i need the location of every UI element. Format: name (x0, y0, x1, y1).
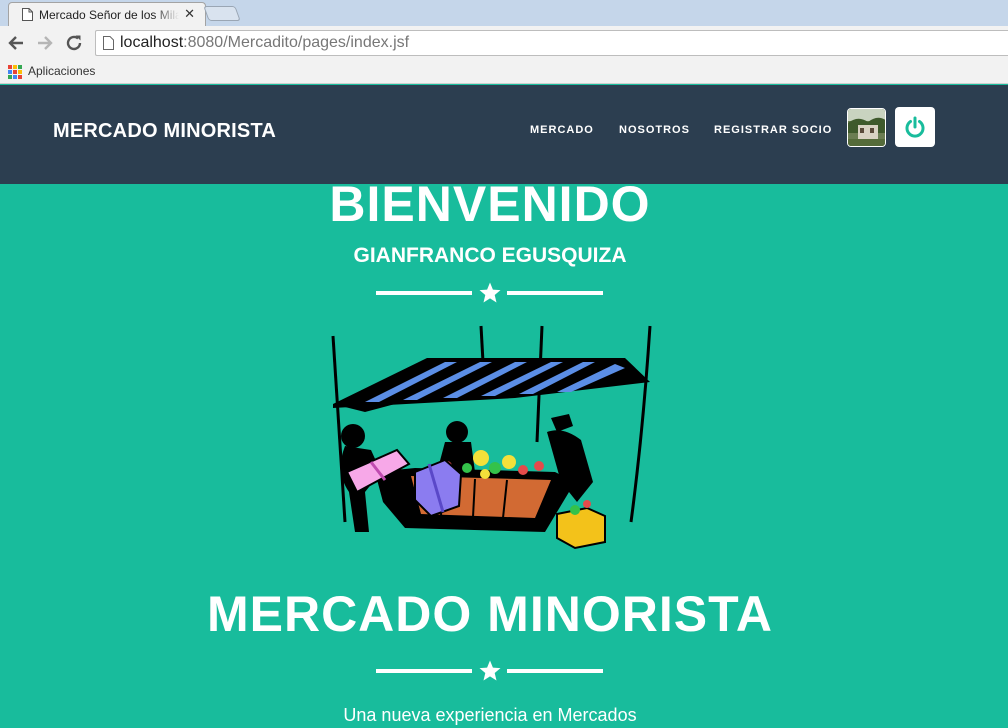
power-icon (905, 116, 925, 138)
logout-button[interactable] (895, 107, 935, 147)
nav-item-mercado[interactable]: MERCADO (530, 124, 594, 136)
nav-item-nosotros[interactable]: NOSOTROS (619, 124, 690, 136)
tab-close-icon[interactable]: ✕ (184, 6, 195, 22)
market-stall-illustration (331, 325, 652, 550)
star-icon (479, 282, 501, 303)
forward-arrow-icon[interactable] (34, 32, 56, 54)
page-icon (103, 36, 114, 50)
user-avatar[interactable] (847, 108, 886, 147)
bookmarks-bar: Aplicaciones (0, 60, 1008, 84)
star-divider (376, 659, 603, 683)
url-text: localhost:8080/Mercadito/pages/index.jsf (120, 34, 409, 52)
nav-item-registrar-socio[interactable]: REGISTRAR SOCIO (714, 124, 832, 136)
tab-title: Mercado Señor de los Milagros (39, 8, 179, 22)
browser-tab-bar: Mercado Señor de los Milagros ✕ (0, 0, 1008, 26)
brand-link[interactable]: MERCADO MINORISTA (53, 120, 276, 143)
star-divider (376, 281, 603, 305)
browser-toolbar: localhost:8080/Mercadito/pages/index.jsf (0, 26, 1008, 60)
tagline: Una nueva experiencia en Mercados (343, 705, 637, 725)
welcome-heading: BIENVENIDO (329, 176, 651, 232)
url-path: :8080/Mercadito/pages/index.jsf (183, 34, 410, 51)
apps-grid-icon[interactable] (8, 65, 22, 79)
address-bar[interactable]: localhost:8080/Mercadito/pages/index.jsf (95, 30, 1008, 56)
new-tab-button[interactable] (203, 6, 241, 21)
profile-photo (848, 109, 885, 146)
url-host: localhost (120, 34, 184, 51)
bookmark-apps-link[interactable]: Aplicaciones (28, 64, 95, 78)
browser-tab[interactable]: Mercado Señor de los Milagros ✕ (8, 2, 206, 26)
document-icon (22, 8, 33, 21)
user-name: GIANFRANCO EGUSQUIZA (353, 244, 627, 267)
site-navbar: MERCADO MINORISTA MERCADO NOSOTROS REGIS… (0, 85, 1008, 184)
market-title: MERCADO MINORISTA (206, 586, 774, 642)
reload-icon[interactable] (63, 32, 85, 54)
star-icon (479, 660, 501, 681)
back-arrow-icon[interactable] (5, 32, 27, 54)
